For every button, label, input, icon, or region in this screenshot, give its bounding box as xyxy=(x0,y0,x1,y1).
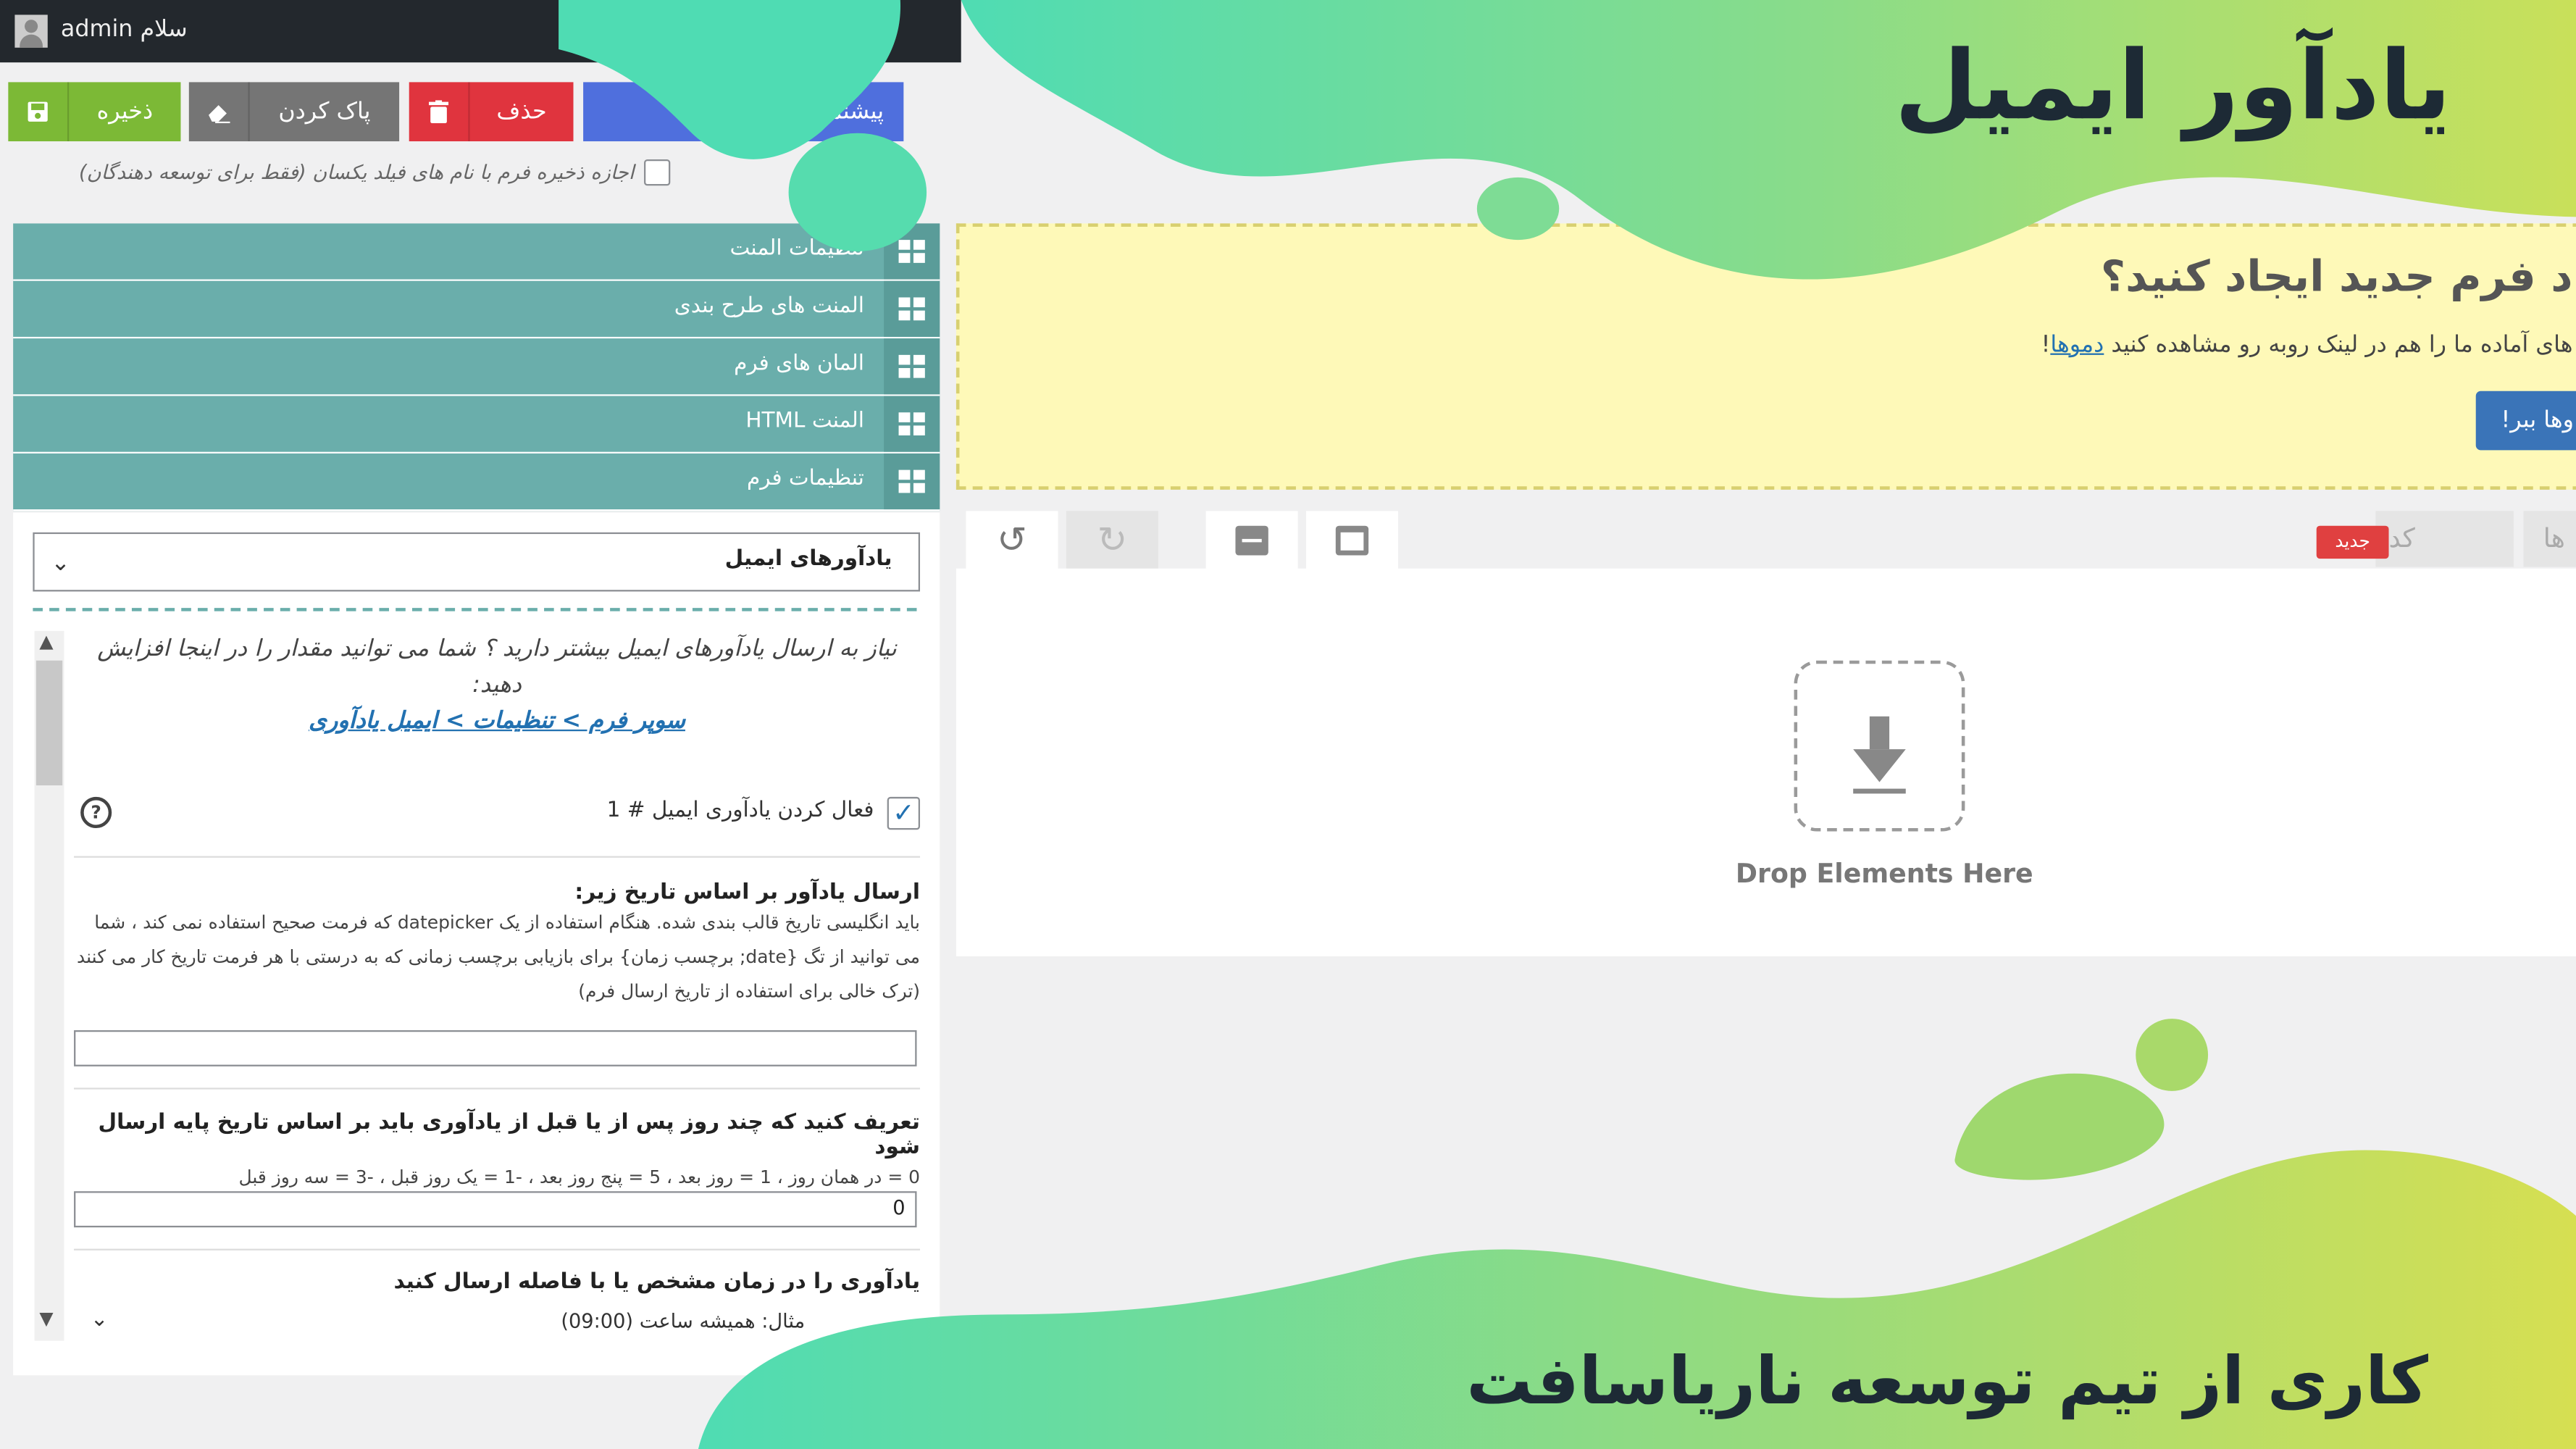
headline: یادآور ایمیل xyxy=(1894,29,2451,142)
decorative-blobs xyxy=(559,0,2576,1449)
screen: سلام admin ذخیره پاک کردن حذف پیشنمایش ا… xyxy=(0,0,2576,1449)
footer-credit: کاری از تیم توسعه ناریاسافت xyxy=(1466,1344,2428,1420)
